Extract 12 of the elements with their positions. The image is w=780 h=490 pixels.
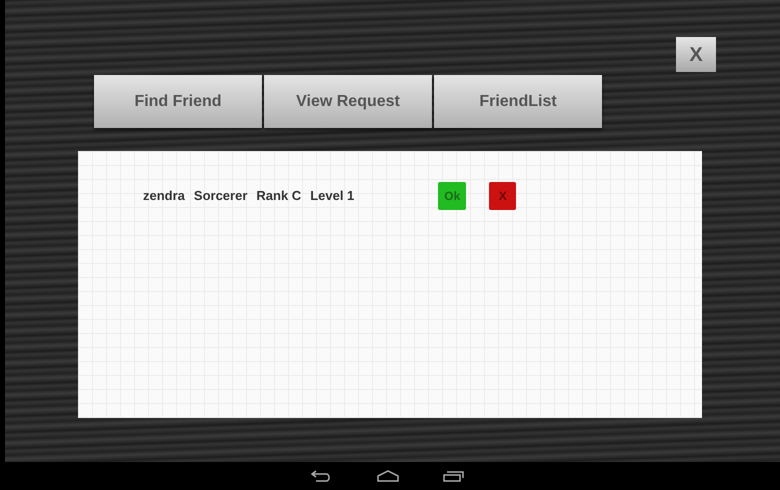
close-button[interactable]: X [676,37,716,72]
accept-button[interactable]: Ok [438,182,466,210]
player-class: Sorcerer [194,187,248,206]
tab[interactable]: Find Friend [94,75,262,128]
tab[interactable]: View Request [264,75,432,128]
back-icon[interactable] [310,470,332,482]
tab[interactable]: FriendList [434,75,602,128]
recent-apps-icon[interactable] [442,470,464,482]
home-icon[interactable] [376,470,398,482]
player-level: Level 1 [310,187,354,206]
player-name: zendra [143,187,185,206]
player-rank: Rank C [256,187,302,206]
